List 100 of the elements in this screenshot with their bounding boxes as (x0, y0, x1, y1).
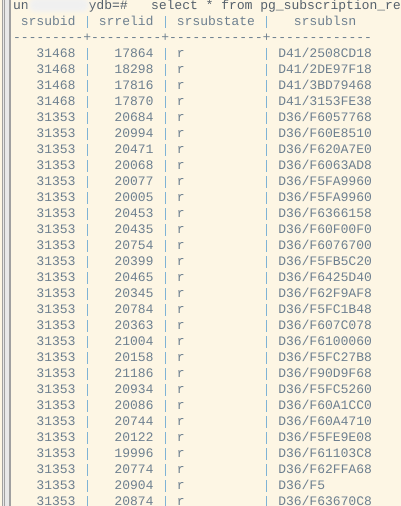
table-cell-text: D36/F5FC27B8 (277, 350, 372, 366)
table-cell-text: 20465 (113, 270, 154, 286)
table-cell-text: r (176, 382, 186, 398)
table-cell-text: 20086 (113, 398, 154, 414)
table-cell-text: r (176, 62, 186, 78)
table-cell-text: D36/F5FB5C20 (277, 254, 372, 270)
table-cell-text: 20754 (113, 238, 154, 254)
table-cell-text: r (176, 158, 186, 174)
table-cell-text: 20453 (113, 206, 154, 222)
table-cell-text: 20874 (113, 494, 154, 506)
table-cell-text: r (176, 318, 186, 334)
table-cell-text: D36/F5FE9E08 (277, 430, 372, 446)
table-cell-text: r (176, 222, 186, 238)
table-cell-text: r (176, 366, 186, 382)
table-cell-text: 21186 (113, 366, 154, 382)
table-cell-text: D36/F5FA9960 (277, 190, 372, 206)
table-cell-text: D41/2DE97F18 (277, 62, 372, 78)
table-cell-text: 20399 (113, 254, 154, 270)
table-cell-text: 31353 (35, 350, 76, 366)
table-cell-text: 31353 (35, 270, 76, 286)
table-cell-text: 31468 (35, 78, 76, 94)
table-cell-text: 20684 (113, 110, 154, 126)
column-header: srsublsn (292, 14, 356, 30)
table-cell-text: 31353 (35, 462, 76, 478)
table-cell-text: 31468 (35, 94, 76, 110)
table-cell-text: r (176, 494, 186, 506)
table-cell-text: D36/F6063AD8 (277, 158, 372, 174)
table-cell-text: 31353 (35, 254, 76, 270)
table-cell-text: D36/F620A7E0 (277, 142, 372, 158)
table-cell-text: 17816 (113, 78, 154, 94)
table-cell-text: r (176, 286, 186, 302)
table-cell-text: D36/F60A4710 (277, 414, 372, 430)
table-cell-text: 31353 (35, 142, 76, 158)
column-header: srsubid (20, 14, 76, 30)
table-cell-text: D36/F60F00F0 (277, 222, 372, 238)
table-cell-text: r (176, 430, 186, 446)
table-cell-text: 20363 (113, 318, 154, 334)
table-cell-text: 20471 (113, 142, 154, 158)
table-cell-text: r (176, 254, 186, 270)
table-cell-text: 20077 (113, 174, 154, 190)
table-cell-text: 20068 (113, 158, 154, 174)
table-cell-text: 31353 (35, 222, 76, 238)
table-cell-text: 31353 (35, 302, 76, 318)
table-cell-text: 31353 (35, 494, 76, 506)
table-cell-text: 31353 (35, 334, 76, 350)
table-cell-text: D36/F60E8510 (277, 126, 372, 142)
prompt-text: un (13, 0, 29, 14)
column-header: srsubstate (176, 14, 256, 30)
table-cell-text: D36/F6100060 (277, 334, 372, 350)
table-cell-text: D36/F6425D40 (277, 270, 372, 286)
table-cell-text: r (176, 46, 186, 62)
table-cell-text: r (176, 478, 186, 494)
table-cell-text: 31353 (35, 430, 76, 446)
table-cell-text: D36/F62FFA68 (277, 462, 372, 478)
table-cell-text: r (176, 238, 186, 254)
table-cell-text: r (176, 110, 186, 126)
table-cell-text: 20005 (113, 190, 154, 206)
table-cell-text: 31353 (35, 446, 76, 462)
table-cell-text: 31353 (35, 190, 76, 206)
table-cell-text: r (176, 334, 186, 350)
table-cell-text: 31353 (35, 398, 76, 414)
table-cell-text: r (176, 398, 186, 414)
table-cell-text: D36/F60A1CC0 (277, 398, 372, 414)
table-cell-text: 20744 (113, 414, 154, 430)
table-cell-text: D41/3153FE38 (277, 94, 372, 110)
table-cell-text: 31353 (35, 206, 76, 222)
table-cell-text: 20784 (113, 302, 154, 318)
table-cell-text: D36/F90D9F68 (277, 366, 372, 382)
table-cell-text: r (176, 190, 186, 206)
table-cell-text: r (176, 174, 186, 190)
table-cell-text: D36/F5FC5260 (277, 382, 372, 398)
table-cell-text: 31353 (35, 478, 76, 494)
table-cell-text: D36/F61103C8 (277, 446, 372, 462)
table-cell-text: 21004 (113, 334, 154, 350)
table-cell-text: r (176, 446, 186, 462)
table-cell-text: r (176, 462, 186, 478)
table-cell-text: 20435 (113, 222, 154, 238)
table-cell-text: 31468 (35, 62, 76, 78)
table-cell-text: r (176, 206, 186, 222)
table-cell-text: 20158 (113, 350, 154, 366)
table-cell-text: 31353 (35, 318, 76, 334)
table-cell-text: D36/F62F9AF8 (277, 286, 372, 302)
table-cell-text: 31353 (35, 382, 76, 398)
table-cell-text: D36/F607C078 (277, 318, 372, 334)
table-cell-text: D36/F6076700 (277, 238, 372, 254)
table-cell-text: D36/F6366158 (277, 206, 372, 222)
table-cell-text: 18298 (113, 62, 154, 78)
table-cell-text: r (176, 142, 186, 158)
table-cell-text: 19996 (113, 446, 154, 462)
column-header: srrelid (98, 14, 154, 30)
table-cell-text: 17870 (113, 94, 154, 110)
table-cell-text: 31353 (35, 286, 76, 302)
table-cell-text: r (176, 270, 186, 286)
table-cell-text: 31353 (35, 126, 76, 142)
table-cell-text: r (176, 78, 186, 94)
table-cell-text: 31468 (35, 46, 76, 62)
table-cell-text: 17864 (113, 46, 154, 62)
table-cell-text: D41/2508CD18 (277, 46, 372, 62)
table-cell-text: 31353 (35, 174, 76, 190)
table-cell-text: 20904 (113, 478, 154, 494)
